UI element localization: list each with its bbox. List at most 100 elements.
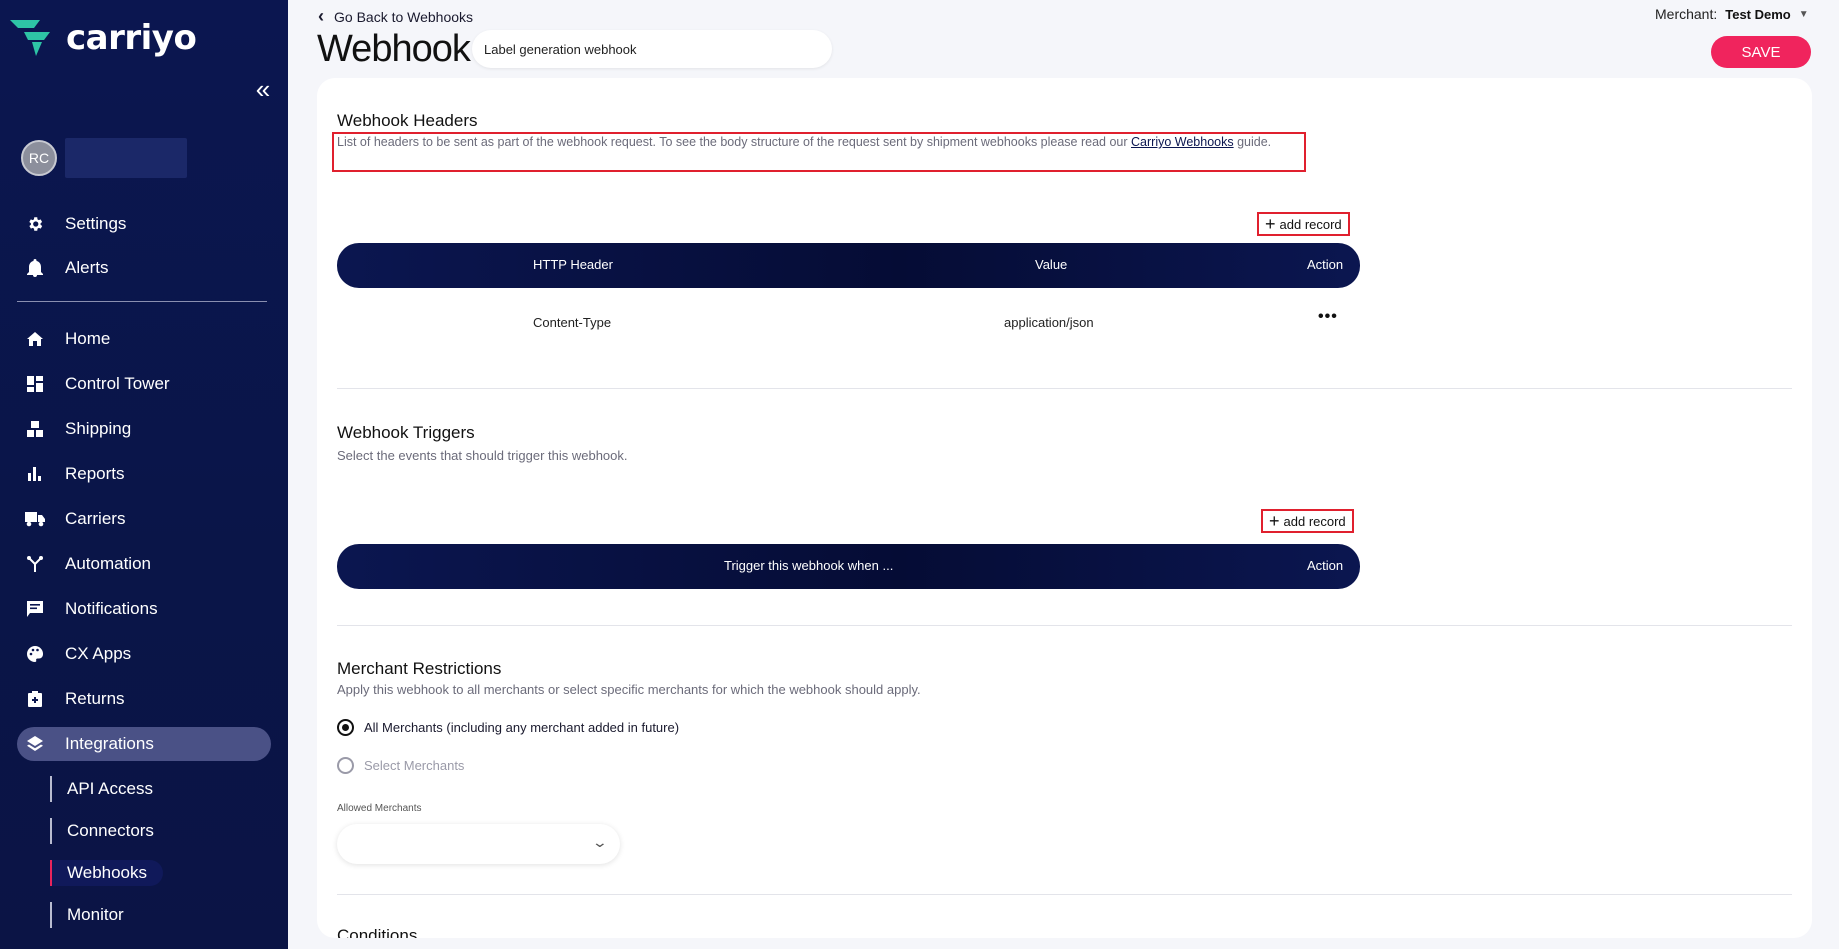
headers-section-title: Webhook Headers <box>337 111 478 130</box>
sidebar-subitem-api-access[interactable]: API Access <box>50 776 153 802</box>
sidebar-subitem-label: API Access <box>67 779 153 798</box>
sidebar-item-home[interactable]: Home <box>17 322 271 356</box>
col-action: Action <box>1307 257 1344 272</box>
sidebar-subitem-webhooks[interactable]: Webhooks <box>50 860 164 886</box>
chevron-left-icon: ‹ <box>318 6 324 26</box>
section-divider <box>337 625 1792 626</box>
merchant-value: Test Demo <box>1725 6 1791 22</box>
desc-text-after: guide. <box>1233 135 1272 149</box>
carriyo-logo[interactable]: carriyo <box>10 18 197 58</box>
row-http-header: Content-Type <box>533 315 612 330</box>
chevron-down-icon: ⌄ <box>591 834 609 850</box>
radio-label: Select Merchants <box>364 758 465 773</box>
merchant-section-description: Apply this webhook to all merchants or s… <box>337 682 921 697</box>
sidebar-divider <box>17 301 267 302</box>
sidebar: carriyo « RC Settings Alerts Home Contro… <box>0 0 288 949</box>
sidebar-item-label: Shipping <box>65 419 132 438</box>
webhook-form-card: Webhook Headers List of headers to be se… <box>317 78 1812 938</box>
desc-text: List of headers to be sent as part of th… <box>337 135 1132 149</box>
sidebar-item-label: Carriers <box>65 509 126 528</box>
automation-icon <box>25 554 45 574</box>
sidebar-item-label: Notifications <box>65 599 158 618</box>
sidebar-item-label: Integrations <box>65 734 154 753</box>
col-action: Action <box>1307 558 1344 573</box>
sidebar-subitem-label: Connectors <box>67 821 154 840</box>
add-header-record-button[interactable]: + add record <box>1257 212 1350 236</box>
col-http-header: HTTP Header <box>533 257 613 272</box>
dashboard-icon <box>25 374 45 394</box>
caret-down-icon: ▼ <box>1798 8 1809 20</box>
user-name-redacted <box>65 138 187 178</box>
palette-icon <box>25 644 45 664</box>
truck-icon <box>25 509 45 529</box>
brand-name: carriyo <box>66 18 197 58</box>
radio-select-merchants[interactable]: Select Merchants <box>337 757 464 774</box>
sidebar-item-cx-apps[interactable]: CX Apps <box>17 637 271 671</box>
back-to-webhooks-link[interactable]: ‹ Go Back to Webhooks <box>318 6 473 27</box>
sidebar-item-integrations[interactable]: Integrations <box>17 727 271 761</box>
headers-table-header: HTTP Header Value Action <box>337 243 1360 288</box>
add-trigger-record-button[interactable]: + add record <box>1261 509 1354 533</box>
conditions-section-title: Conditions <box>337 926 418 938</box>
sidebar-item-alerts[interactable]: Alerts <box>17 251 271 285</box>
sidebar-subitem-label: Webhooks <box>67 863 148 882</box>
sidebar-item-label: Settings <box>65 214 127 233</box>
sidebar-item-label: CX Apps <box>65 644 132 663</box>
sidebar-item-carriers[interactable]: Carriers <box>17 502 271 536</box>
allowed-merchants-label: Allowed Merchants <box>337 803 422 814</box>
sidebar-item-label: Reports <box>65 464 125 483</box>
sidebar-item-label: Alerts <box>65 258 109 277</box>
allowed-merchants-select[interactable]: ⌄ <box>337 824 620 864</box>
more-actions-icon[interactable]: ••• <box>1318 308 1338 326</box>
bar-chart-icon <box>25 464 45 484</box>
sidebar-subitem-connectors[interactable]: Connectors <box>50 818 154 844</box>
col-value: Value <box>1035 257 1068 272</box>
sidebar-item-settings[interactable]: Settings <box>17 207 271 241</box>
layers-icon <box>25 734 45 754</box>
row-value: application/json <box>1004 315 1094 330</box>
sidebar-subitem-label: Monitor <box>67 905 124 924</box>
carriyo-webhooks-guide-link[interactable]: Carriyo Webhooks <box>1131 135 1234 149</box>
merchant-section-title: Merchant Restrictions <box>337 659 502 678</box>
radio-button-unchecked[interactable] <box>337 757 354 774</box>
home-icon <box>25 329 45 349</box>
sidebar-item-label: Control Tower <box>65 374 170 393</box>
webhook-name-input[interactable] <box>472 30 832 68</box>
collapse-sidebar-icon[interactable]: « <box>252 76 274 102</box>
sidebar-item-shipping[interactable]: Shipping <box>17 412 271 446</box>
add-record-label: add record <box>1283 513 1346 529</box>
triggers-table-header: Trigger this webhook when ... Action <box>337 544 1360 589</box>
back-link-label: Go Back to Webhooks <box>334 8 474 25</box>
avatar: RC <box>21 140 57 176</box>
sidebar-item-automation[interactable]: Automation <box>17 547 271 581</box>
save-button[interactable]: SAVE <box>1711 36 1811 68</box>
radio-all-merchants[interactable]: All Merchants (including any merchant ad… <box>337 719 679 736</box>
sidebar-item-reports[interactable]: Reports <box>17 457 271 491</box>
plus-icon: + <box>1265 214 1276 234</box>
gear-icon <box>25 214 45 234</box>
user-profile[interactable]: RC <box>21 138 187 178</box>
sidebar-item-label: Home <box>65 329 111 348</box>
carriyo-logo-icon <box>10 20 50 56</box>
sidebar-item-notifications[interactable]: Notifications <box>17 592 271 626</box>
section-divider <box>337 894 1792 895</box>
merchant-selector[interactable]: Merchant: Test Demo ▼ <box>1655 6 1809 22</box>
headers-section-description: List of headers to be sent as part of th… <box>337 135 1287 150</box>
sidebar-subitem-monitor[interactable]: Monitor <box>50 902 124 928</box>
bell-icon <box>25 258 45 278</box>
sidebar-item-label: Returns <box>65 689 125 708</box>
page-title: Webhook <box>317 28 471 70</box>
sidebar-item-label: Automation <box>65 554 151 573</box>
add-record-label: add record <box>1279 216 1342 232</box>
merchant-label: Merchant: <box>1655 6 1718 22</box>
sidebar-item-returns[interactable]: Returns <box>17 682 271 716</box>
triggers-section-description: Select the events that should trigger th… <box>337 448 628 463</box>
section-divider <box>337 388 1792 389</box>
message-icon <box>25 599 45 619</box>
plus-icon: + <box>1269 511 1280 531</box>
radio-button-checked[interactable] <box>337 719 354 736</box>
sidebar-item-control-tower[interactable]: Control Tower <box>17 367 271 401</box>
boxes-icon <box>25 419 45 439</box>
col-trigger: Trigger this webhook when ... <box>724 558 894 573</box>
triggers-section-title: Webhook Triggers <box>337 423 475 442</box>
